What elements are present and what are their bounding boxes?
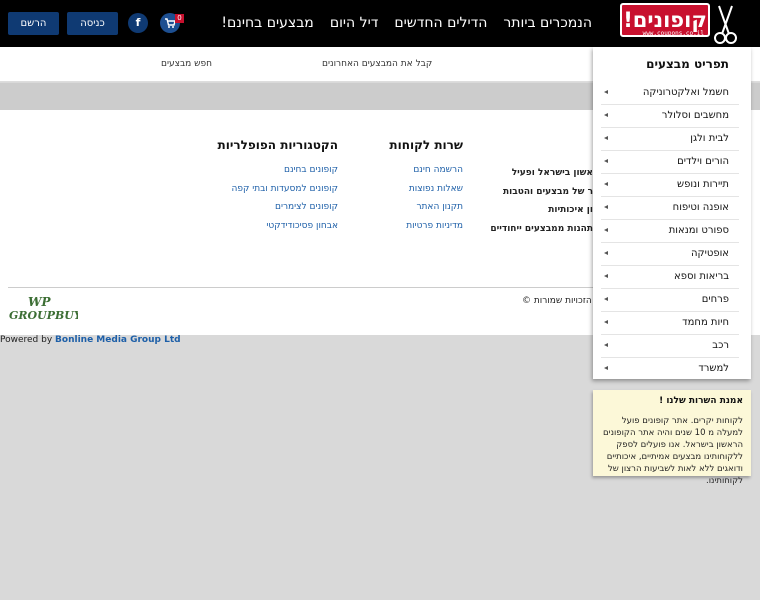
- category-item[interactable]: אופטיקה: [601, 243, 739, 266]
- powered-prefix: Powered by: [0, 335, 53, 345]
- search-deals-link[interactable]: חפש מבצעים: [161, 59, 212, 69]
- service-promise-box: אמנת השרות שלנו ! לקוחות יקרים. אתר קופו…: [593, 390, 751, 486]
- category-item[interactable]: אופנה וטיפוח: [601, 197, 739, 220]
- category-label: למשרד: [698, 363, 729, 374]
- category-label: חיות מחמד: [682, 317, 729, 328]
- category-item[interactable]: בריאות וספא: [601, 266, 739, 289]
- category-item[interactable]: מחשבים וסלולר: [601, 105, 739, 128]
- category-list: חשמל ואלקטרוניקה מחשבים וסלולר לבית ולגן…: [601, 82, 739, 381]
- category-label: פרחים: [701, 294, 729, 305]
- category-menu: תפריט מבצעים חשמל ואלקטרוניקה מחשבים וסל…: [593, 47, 751, 379]
- latest-deals-link[interactable]: קבל את המבצעים האחרונים: [322, 59, 432, 69]
- nav-best-sellers[interactable]: הנמכרים ביותר: [503, 15, 592, 31]
- category-item[interactable]: למשרד: [601, 358, 739, 381]
- svg-text:GROUPBUY: GROUPBUY: [9, 309, 78, 322]
- copyright-text: ל הזכויות שמורות ©: [522, 296, 600, 306]
- arrow-left-icon: [604, 320, 608, 324]
- about-line: ר של מבצעים והטבות: [503, 186, 593, 197]
- category-item[interactable]: תיירות ונופש: [601, 174, 739, 197]
- category-item[interactable]: חשמל ואלקטרוניקה: [601, 82, 739, 105]
- category-item[interactable]: פרחים: [601, 289, 739, 312]
- arrow-left-icon: [604, 228, 608, 232]
- nav-free-deals[interactable]: מבצעים בחינם!: [221, 15, 313, 31]
- top-header: קופונים! www.coupons.co.il מבצעים בחינם!…: [0, 0, 760, 47]
- logo-url: www.coupons.co.il: [642, 30, 704, 37]
- facebook-icon[interactable]: f: [128, 13, 148, 33]
- about-column: אשון בישראל ופעיל ר של מבצעים והטבות ון …: [490, 168, 593, 242]
- arrow-left-icon: [604, 343, 608, 347]
- service-promise-title: אמנת השרות שלנו !: [659, 396, 743, 406]
- footer-link[interactable]: הרשמה חינם: [389, 165, 463, 184]
- about-line: ון איכותיות: [548, 205, 593, 215]
- arrow-left-icon: [604, 251, 608, 255]
- category-label: אופטיקה: [690, 248, 729, 259]
- category-item[interactable]: ספורט ומנאות: [601, 220, 739, 243]
- category-label: מחשבים וסלולר: [661, 110, 729, 121]
- footer-link[interactable]: קופונים למסעדות ובתי קפה: [218, 184, 338, 203]
- category-item[interactable]: לבית ולגן: [601, 128, 739, 151]
- category-label: אופנה וטיפוח: [672, 202, 729, 213]
- popular-categories-title: הקטגוריות הפופלריות: [217, 138, 338, 152]
- arrow-left-icon: [604, 113, 608, 117]
- category-item[interactable]: הורים וילדים: [601, 151, 739, 174]
- footer-link[interactable]: מדיניות פרטיות: [389, 221, 463, 240]
- category-item[interactable]: רכב: [601, 335, 739, 358]
- footer-link[interactable]: קופונים לצימרים: [218, 202, 338, 221]
- register-button[interactable]: הרשם: [8, 12, 59, 35]
- wp-groupbuy-logo: WP GROUPBUY: [9, 295, 78, 322]
- customer-service-column: שרות לקוחות הרשמה חינם שאלות נפוצות תקנו…: [389, 138, 463, 239]
- powered-by: Powered by Bonline Media Group Ltd: [0, 335, 181, 345]
- nav-deal-of-day[interactable]: דיל היום: [330, 15, 379, 31]
- about-line: תהנות ממבצעים ייחודיים: [490, 223, 593, 234]
- arrow-left-icon: [604, 274, 608, 278]
- category-item[interactable]: חיות מחמד: [601, 312, 739, 335]
- svg-text:WP: WP: [28, 295, 51, 309]
- footer-link[interactable]: שאלות נפוצות: [389, 184, 463, 203]
- category-menu-title: תפריט מבצעים: [646, 57, 729, 71]
- main-navigation: מבצעים בחינם! דיל היום הדילים החדשים הנמ…: [221, 0, 592, 46]
- category-label: רכב: [712, 340, 729, 351]
- login-button[interactable]: כניסה: [67, 12, 118, 35]
- category-label: חשמל ואלקטרוניקה: [642, 87, 729, 98]
- category-label: תיירות ונופש: [677, 179, 729, 190]
- site-logo[interactable]: קופונים! www.coupons.co.il: [614, 0, 738, 46]
- nav-new-deals[interactable]: הדילים החדשים: [394, 15, 487, 31]
- footer-link[interactable]: קופונים בחינם: [218, 165, 338, 184]
- arrow-left-icon: [604, 90, 608, 94]
- arrow-left-icon: [604, 205, 608, 209]
- category-label: הורים וילדים: [677, 156, 729, 167]
- arrow-left-icon: [604, 182, 608, 186]
- category-label: לבית ולגן: [690, 133, 729, 144]
- cart-count-badge: 0: [175, 14, 184, 23]
- category-label: בריאות וספא: [674, 271, 729, 282]
- about-line: אשון בישראל ופעיל: [511, 168, 593, 178]
- arrow-left-icon: [604, 159, 608, 163]
- service-promise-text: לקוחות יקרים. אתר קופונים פועל למעלה מ 1…: [603, 416, 743, 486]
- scissors-icon: [714, 5, 737, 44]
- popular-categories-column: הקטגוריות הפופלריות קופונים בחינם קופוני…: [218, 138, 338, 239]
- arrow-left-icon: [604, 136, 608, 140]
- customer-service-title: שרות לקוחות: [389, 138, 463, 152]
- footer-link[interactable]: תקנון האתר: [389, 202, 463, 221]
- footer-link[interactable]: אבחון פסיכודידקטי: [218, 221, 338, 240]
- arrow-left-icon: [604, 366, 608, 370]
- category-label: ספורט ומנאות: [668, 225, 729, 236]
- arrow-left-icon: [604, 297, 608, 301]
- powered-company-link[interactable]: Bonline Media Group Ltd: [55, 335, 181, 345]
